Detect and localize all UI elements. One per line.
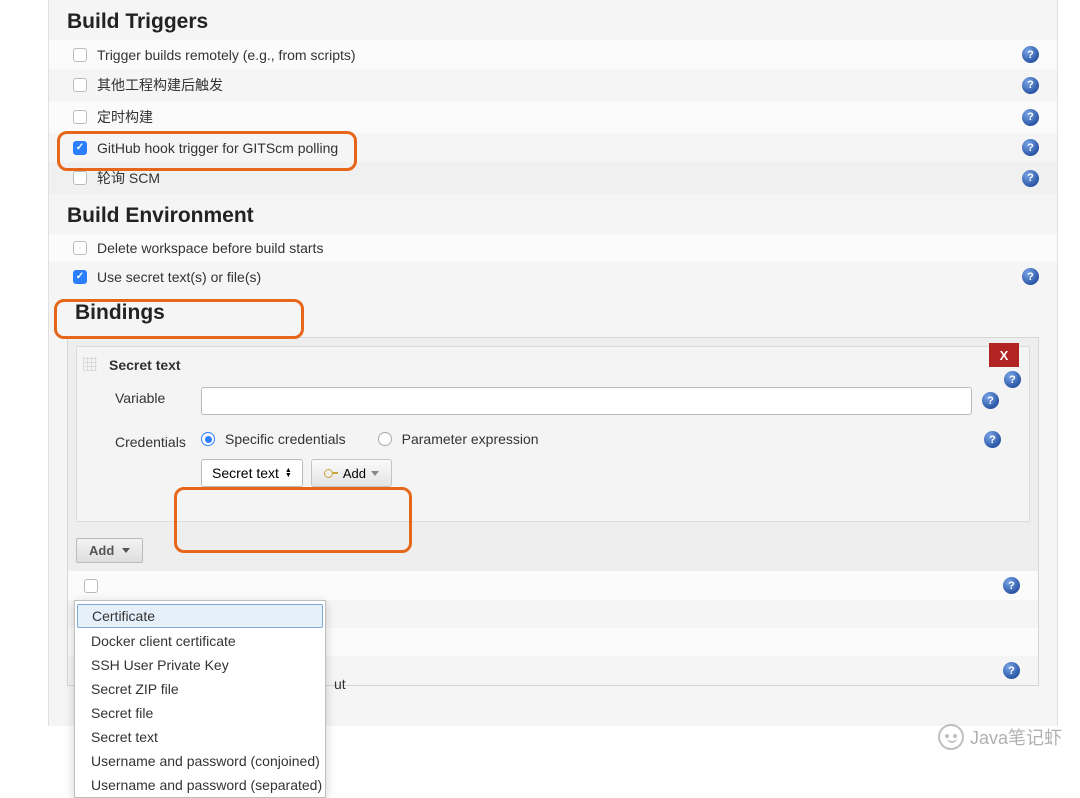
caret-down-icon bbox=[122, 548, 130, 553]
credentials-radio-row: Specific credentials Parameter expressio… bbox=[201, 431, 539, 447]
watermark: Java笔记虾 bbox=[938, 724, 1062, 750]
obscured-text: ut bbox=[334, 676, 346, 692]
help-icon[interactable]: ? bbox=[982, 392, 999, 409]
drag-handle-icon[interactable] bbox=[83, 357, 97, 371]
dropdown-item-certificate[interactable]: Certificate bbox=[77, 604, 323, 628]
key-icon bbox=[324, 469, 338, 477]
checkbox-trigger-remote[interactable] bbox=[73, 48, 87, 62]
trigger-row-after-other[interactable]: 其他工程构建后触发 ? bbox=[49, 69, 1057, 101]
radio-specific-credentials[interactable] bbox=[201, 432, 215, 446]
trigger-row-github-hook[interactable]: GitHub hook trigger for GITScm polling ? bbox=[49, 133, 1057, 162]
radio-parameter-expression[interactable] bbox=[378, 432, 392, 446]
help-icon[interactable]: ? bbox=[1022, 46, 1039, 63]
dropdown-item-secret-text[interactable]: Secret text bbox=[75, 725, 325, 749]
help-icon[interactable]: ? bbox=[1022, 77, 1039, 94]
use-secret-label: Use secret text(s) or file(s) bbox=[97, 269, 1022, 285]
checkbox-trigger-poll-scm[interactable] bbox=[73, 171, 87, 185]
add-binding-label: Add bbox=[89, 543, 114, 558]
remove-binding-button[interactable]: X bbox=[989, 343, 1019, 367]
credentials-select-row: Secret text ▲▼ Add bbox=[201, 459, 539, 487]
caret-down-icon bbox=[371, 471, 379, 476]
credentials-select[interactable]: Secret text ▲▼ bbox=[201, 459, 303, 487]
select-arrows-icon: ▲▼ bbox=[285, 468, 292, 478]
radio-param-label: Parameter expression bbox=[402, 431, 539, 447]
section-bindings: Bindings bbox=[49, 291, 1057, 331]
add-credentials-label: Add bbox=[343, 466, 366, 481]
dropdown-item-user-pass-conjoined[interactable]: Username and password (conjoined) bbox=[75, 749, 325, 773]
section-build-triggers: Build Triggers bbox=[49, 0, 1057, 40]
trigger-row-poll-scm[interactable]: 轮询 SCM ? bbox=[49, 162, 1057, 194]
watermark-icon bbox=[938, 724, 964, 750]
dropdown-item-user-pass-separated[interactable]: Username and password (separated) bbox=[75, 773, 325, 797]
secret-text-block: X Secret text ? Variable ? Credentials S… bbox=[76, 346, 1030, 522]
env-row-delete-workspace[interactable]: Delete workspace before build starts bbox=[49, 234, 1057, 262]
dropdown-item-secret-zip[interactable]: Secret ZIP file bbox=[75, 677, 325, 701]
trigger-row-remote[interactable]: Trigger builds remotely (e.g., from scri… bbox=[49, 40, 1057, 69]
credentials-field-row: Credentials Specific credentials Paramet… bbox=[115, 431, 999, 487]
credentials-options: Specific credentials Parameter expressio… bbox=[201, 431, 539, 487]
delete-workspace-label: Delete workspace before build starts bbox=[97, 240, 1039, 256]
trigger-row-periodic[interactable]: 定时构建 ? bbox=[49, 101, 1057, 133]
trigger-github-hook-label: GitHub hook trigger for GITScm polling bbox=[97, 140, 1022, 156]
radio-specific-label: Specific credentials bbox=[225, 431, 346, 447]
checkbox-trigger-periodic[interactable] bbox=[73, 110, 87, 124]
help-icon[interactable]: ? bbox=[1022, 170, 1039, 187]
credentials-select-value: Secret text bbox=[212, 465, 279, 481]
variable-field-row: Variable ? bbox=[115, 387, 999, 415]
help-icon[interactable]: ? bbox=[1003, 662, 1020, 679]
checkbox-use-secret[interactable] bbox=[73, 270, 87, 284]
add-binding-button[interactable]: Add bbox=[76, 538, 143, 563]
help-icon[interactable]: ? bbox=[1022, 268, 1039, 285]
binding-title: Secret text bbox=[109, 357, 999, 373]
trigger-periodic-label: 定时构建 bbox=[97, 107, 1022, 127]
section-build-environment: Build Environment bbox=[49, 194, 1057, 234]
add-credentials-button[interactable]: Add bbox=[311, 459, 392, 487]
credentials-label: Credentials bbox=[115, 431, 201, 450]
checkbox-trigger-github-hook[interactable] bbox=[73, 141, 87, 155]
trigger-remote-label: Trigger builds remotely (e.g., from scri… bbox=[97, 47, 1022, 63]
help-icon[interactable]: ? bbox=[1004, 371, 1021, 388]
help-icon[interactable]: ? bbox=[1022, 139, 1039, 156]
trigger-poll-scm-label: 轮询 SCM bbox=[97, 168, 1022, 188]
checkbox-trigger-after-other[interactable] bbox=[73, 78, 87, 92]
variable-label: Variable bbox=[115, 387, 201, 406]
help-icon[interactable]: ? bbox=[984, 431, 1001, 448]
help-icon[interactable]: ? bbox=[1003, 577, 1020, 594]
variable-input[interactable] bbox=[201, 387, 972, 415]
dropdown-item-ssh-key[interactable]: SSH User Private Key bbox=[75, 653, 325, 677]
dropdown-item-secret-file[interactable]: Secret file bbox=[75, 701, 325, 725]
hidden-row-1[interactable]: ? bbox=[68, 571, 1038, 600]
checkbox-hidden-1[interactable] bbox=[84, 579, 98, 593]
watermark-text: Java笔记虾 bbox=[970, 724, 1062, 750]
dropdown-item-docker-cert[interactable]: Docker client certificate bbox=[75, 629, 325, 653]
trigger-after-other-label: 其他工程构建后触发 bbox=[97, 75, 1022, 95]
help-icon[interactable]: ? bbox=[1022, 109, 1039, 126]
checkbox-delete-workspace[interactable] bbox=[73, 241, 87, 255]
add-binding-dropdown[interactable]: Certificate Docker client certificate SS… bbox=[74, 600, 326, 798]
env-row-use-secret[interactable]: Use secret text(s) or file(s) ? bbox=[49, 262, 1057, 291]
